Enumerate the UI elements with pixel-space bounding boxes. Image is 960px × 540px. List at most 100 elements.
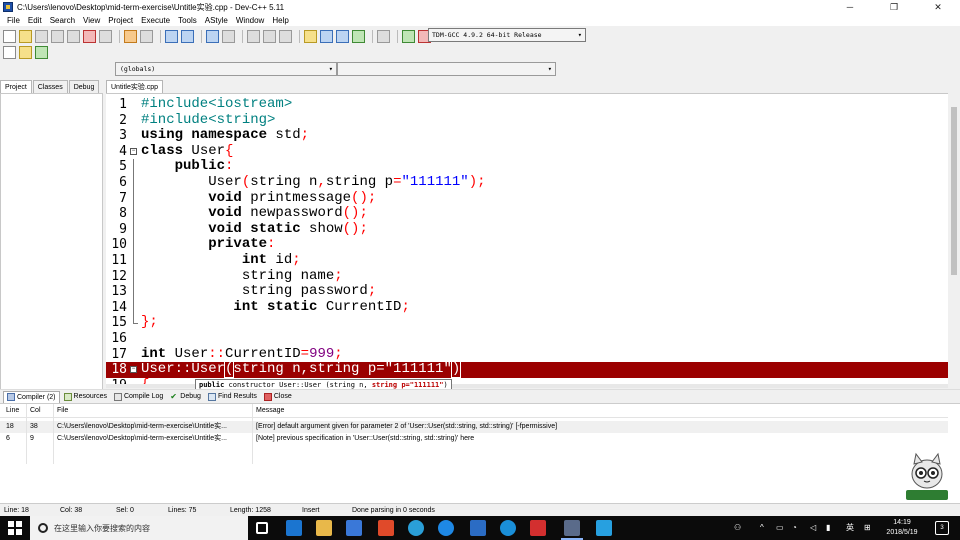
- fold-toggle[interactable]: −: [130, 362, 138, 378]
- edge-browser-icon[interactable]: [286, 520, 302, 536]
- close-file-icon[interactable]: [67, 29, 80, 43]
- battery-icon[interactable]: ▮: [826, 516, 830, 540]
- rebuild-icon[interactable]: [352, 29, 365, 43]
- error-line[interactable]: 18 − User::User(string n,string p="11111…: [106, 360, 948, 379]
- tab-compile-log[interactable]: Compile Log: [111, 391, 166, 403]
- project-browser[interactable]: [0, 93, 103, 390]
- code-line[interactable]: 17 int User::CurrentID=999;: [106, 346, 948, 363]
- fold-toggle[interactable]: −: [130, 144, 138, 160]
- code-line[interactable]: 16: [106, 331, 948, 347]
- code-line[interactable]: 4 − class User{: [106, 143, 948, 160]
- header-line[interactable]: Line: [6, 404, 26, 418]
- message-row[interactable]: 6 9 C:\Users\lenovo\Desktop\mid-term-exe…: [0, 433, 948, 445]
- ime-indicator[interactable]: 英: [846, 516, 854, 540]
- close-all-icon[interactable]: [83, 29, 96, 43]
- add-to-project-icon[interactable]: [19, 45, 32, 59]
- tab-debug[interactable]: Debug: [68, 80, 100, 94]
- code-line[interactable]: 1 #include<iostream>: [106, 96, 948, 113]
- header-file[interactable]: File: [57, 404, 247, 418]
- editor-vertical-scrollbar[interactable]: [948, 93, 960, 384]
- app-icon[interactable]: [470, 520, 486, 536]
- tab-compiler[interactable]: Compiler (2): [3, 390, 60, 403]
- run-icon[interactable]: [320, 29, 333, 43]
- header-message[interactable]: Message: [256, 404, 946, 418]
- code-line[interactable]: 2 #include<string>: [106, 112, 948, 129]
- code-line[interactable]: 9 void static show();: [106, 221, 948, 238]
- find-icon[interactable]: [165, 29, 178, 43]
- editor-tab-untitle[interactable]: Untitle实验.cpp: [106, 80, 164, 94]
- header-col[interactable]: Col: [30, 404, 52, 418]
- menu-edit[interactable]: Edit: [24, 16, 46, 25]
- open-file-icon[interactable]: [19, 29, 32, 43]
- maximize-button[interactable]: ❐: [872, 0, 916, 14]
- code-line[interactable]: 14 int static CurrentID;: [106, 299, 948, 316]
- code-line[interactable]: 12 string name;: [106, 268, 948, 285]
- code-line[interactable]: 10 private:: [106, 237, 948, 253]
- action-center-icon[interactable]: 3: [935, 521, 949, 535]
- message-row[interactable]: 18 38 C:\Users\lenovo\Desktop\mid-term-e…: [0, 421, 948, 433]
- volume-icon[interactable]: ◁: [810, 516, 816, 540]
- menu-window[interactable]: Window: [232, 16, 268, 25]
- wps-icon[interactable]: [596, 520, 612, 536]
- people-icon[interactable]: ⚇: [734, 516, 741, 540]
- redo-icon[interactable]: [140, 29, 153, 43]
- store-icon[interactable]: [346, 520, 362, 536]
- tab-find-results[interactable]: Find Results: [205, 391, 260, 403]
- save-icon[interactable]: [35, 29, 48, 43]
- devcpp-taskbar-icon[interactable]: [561, 520, 583, 540]
- taskbar-search[interactable]: 在这里输入你要搜索的内容: [30, 516, 248, 540]
- menu-tools[interactable]: Tools: [174, 16, 201, 25]
- comment-icon[interactable]: [279, 29, 292, 43]
- scrollbar-thumb[interactable]: [951, 107, 957, 275]
- remove-from-project-icon[interactable]: [35, 45, 48, 59]
- wifi-icon[interactable]: ◔: [792, 516, 797, 540]
- indent-icon[interactable]: [247, 29, 260, 43]
- tab-debug-output[interactable]: ✔ Debug: [167, 391, 204, 403]
- ime-toolbar-icon[interactable]: ⊞: [864, 516, 871, 540]
- kugou-icon[interactable]: [500, 520, 516, 536]
- code-line[interactable]: 3 using namespace std;: [106, 127, 948, 144]
- close-button[interactable]: ✕: [916, 0, 960, 14]
- profile-icon[interactable]: [402, 29, 415, 43]
- menu-execute[interactable]: Execute: [137, 16, 174, 25]
- code-line[interactable]: 15 };: [106, 315, 948, 331]
- ime-mascot-icon[interactable]: [902, 452, 952, 502]
- minimize-button[interactable]: ─: [828, 0, 872, 14]
- menu-project[interactable]: Project: [104, 16, 137, 25]
- code-line[interactable]: 11 int id;: [106, 252, 948, 269]
- globals-select[interactable]: (globals) ▾: [115, 62, 337, 76]
- menu-search[interactable]: Search: [46, 16, 79, 25]
- qq-browser-icon[interactable]: [408, 520, 424, 536]
- save-all-icon[interactable]: [51, 29, 64, 43]
- unindent-icon[interactable]: [263, 29, 276, 43]
- replace-icon[interactable]: [181, 29, 194, 43]
- code-editor[interactable]: 1 #include<iostream> 2 #include<string> …: [106, 93, 960, 384]
- task-view-icon[interactable]: [256, 522, 268, 534]
- goto-line-icon[interactable]: [206, 29, 219, 43]
- compiler-select[interactable]: TDM-GCC 4.9.2 64-bit Release ▾: [428, 28, 586, 42]
- menu-help[interactable]: Help: [268, 16, 292, 25]
- new-project-icon[interactable]: [3, 45, 16, 59]
- file-explorer-icon[interactable]: [316, 520, 332, 536]
- tab-resources[interactable]: Resources: [61, 391, 110, 403]
- code-line[interactable]: 8 void newpassword();: [106, 205, 948, 222]
- menu-astyle[interactable]: AStyle: [201, 16, 232, 25]
- stop-execution-icon[interactable]: [377, 29, 390, 43]
- browser-icon[interactable]: [438, 520, 454, 536]
- code-line[interactable]: 7 void printmessage();: [106, 190, 948, 207]
- new-file-icon[interactable]: [3, 29, 16, 43]
- tray-expand-icon[interactable]: ^: [760, 516, 764, 540]
- menu-file[interactable]: File: [3, 16, 24, 25]
- undo-icon[interactable]: [124, 29, 137, 43]
- pdf-reader-icon[interactable]: [530, 520, 546, 536]
- code-line[interactable]: 5 public:: [106, 159, 948, 175]
- menu-view[interactable]: View: [79, 16, 104, 25]
- compile-run-icon[interactable]: [336, 29, 349, 43]
- print-icon[interactable]: [99, 29, 112, 43]
- taskbar-clock[interactable]: 14:19 2018/5/19: [878, 518, 926, 538]
- windows-start-icon[interactable]: [8, 521, 22, 535]
- tab-project[interactable]: Project: [0, 80, 32, 94]
- network-icon[interactable]: ▭: [776, 516, 784, 540]
- code-line[interactable]: 13 string password;: [106, 283, 948, 300]
- compile-icon[interactable]: [304, 29, 317, 43]
